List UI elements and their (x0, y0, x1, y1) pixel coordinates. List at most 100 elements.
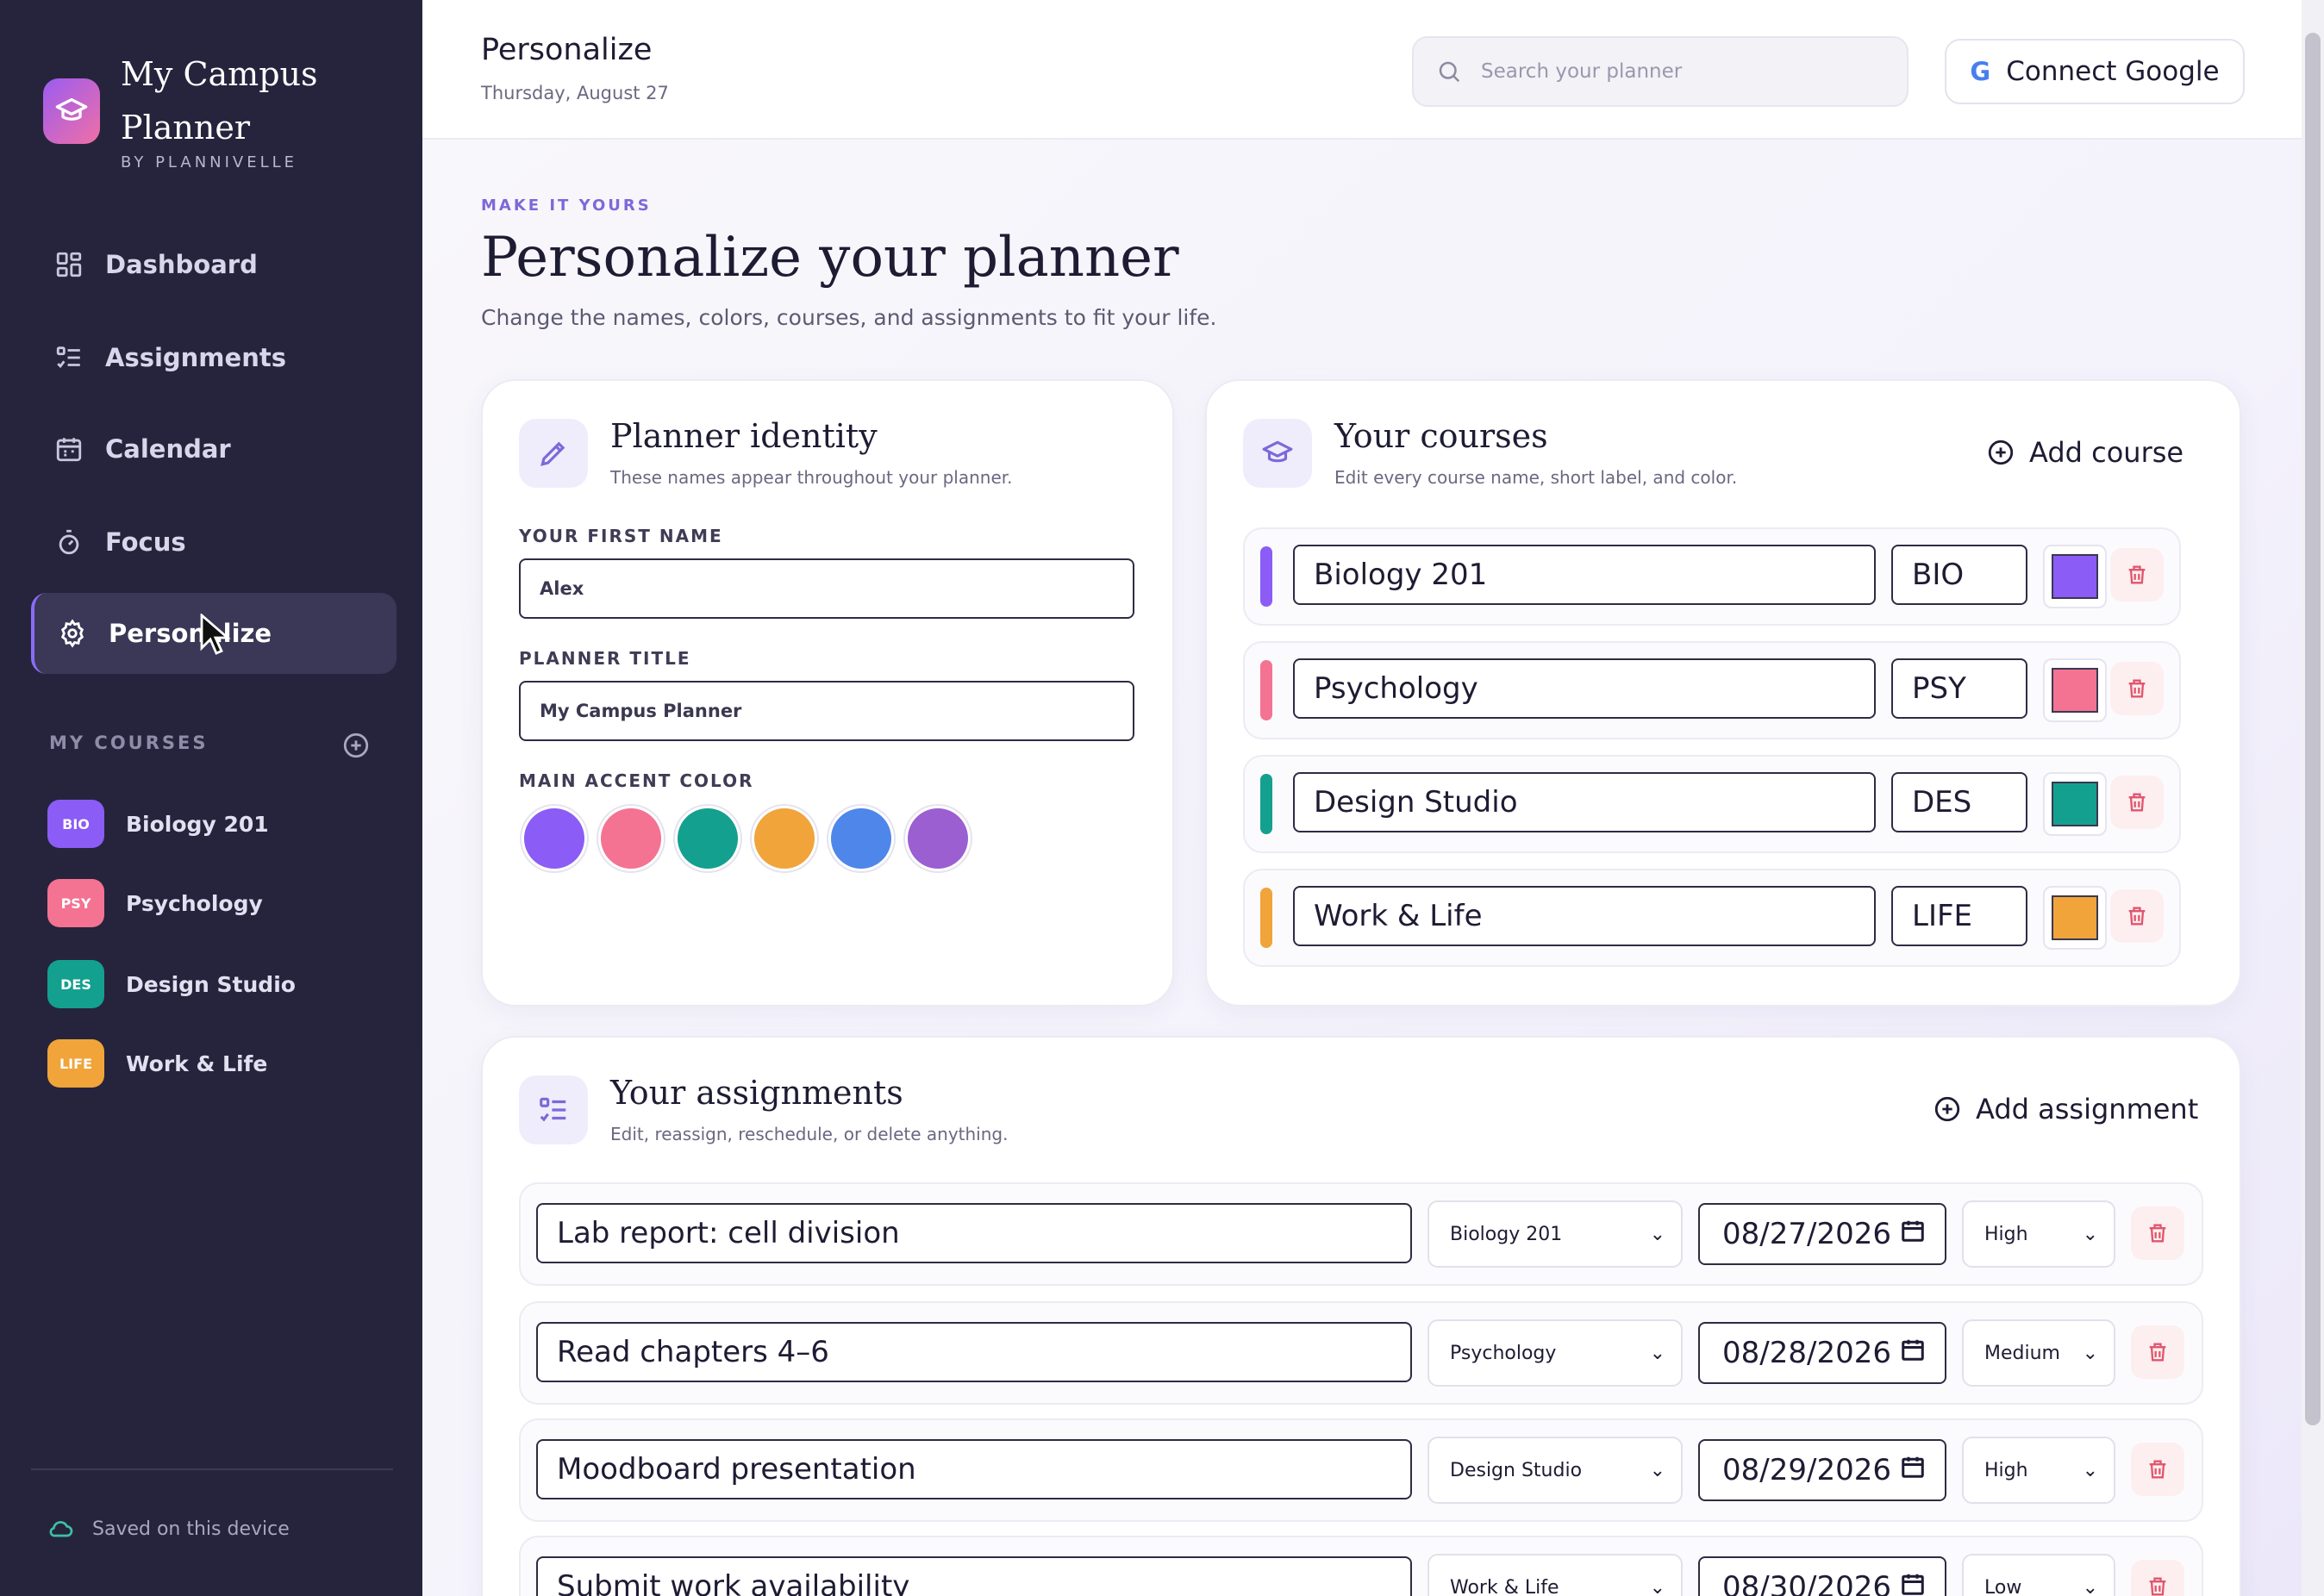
color-fill (2052, 895, 2098, 940)
calendar-icon (1900, 1453, 1926, 1487)
course-select-value: Design Studio (1450, 1459, 1583, 1481)
dashboard-icon (52, 247, 86, 282)
delete-course-button[interactable] (2110, 776, 2164, 829)
search-box[interactable] (1412, 36, 1909, 107)
priority-select[interactable]: Medium ⌄ (1962, 1319, 2115, 1387)
card-subtitle: Edit every course name, short label, and… (1334, 467, 1738, 488)
delete-course-button[interactable] (2110, 662, 2164, 715)
priority-select[interactable]: High ⌄ (1962, 1200, 2115, 1268)
graduation-cap-icon (1243, 419, 1312, 488)
page-title: Personalize (481, 33, 653, 67)
page-scrollbar[interactable] (2302, 0, 2324, 1596)
accent-swatch-violet[interactable] (908, 808, 968, 869)
priority-select[interactable]: Low ⌄ (1962, 1554, 2115, 1596)
sidebar-course-work-life[interactable]: LIFE Work & Life (47, 1038, 267, 1089)
trash-icon (2128, 679, 2146, 698)
course-name: Biology 201 (126, 811, 269, 837)
due-date-input[interactable]: 08/27/2026 (1698, 1203, 1946, 1265)
page-heading: Personalize your planner (481, 226, 1179, 290)
due-date-input[interactable]: 08/28/2026 (1698, 1322, 1946, 1384)
add-course-icon[interactable] (341, 731, 371, 760)
assignment-row: Design Studio ⌄ 08/29/2026 High ⌄ (519, 1418, 2203, 1522)
nav-label: Assignments (105, 343, 286, 372)
chevron-down-icon: ⌄ (2082, 1342, 2098, 1364)
add-assignment-button[interactable]: Add assignment (1933, 1093, 2198, 1125)
assignment-title-input[interactable] (536, 1322, 1412, 1382)
course-name-input[interactable] (1293, 545, 1876, 605)
main-content: MAKE IT YOURS Personalize your planner C… (422, 140, 2302, 1596)
due-date-value: 08/29/2026 (1722, 1453, 1891, 1487)
assignment-title-input[interactable] (536, 1439, 1412, 1499)
course-name: Work & Life (126, 1050, 268, 1076)
course-color-picker[interactable] (2043, 886, 2107, 950)
first-name-input[interactable] (519, 558, 1134, 619)
delete-course-button[interactable] (2110, 548, 2164, 602)
card-title: Your assignments (610, 1074, 903, 1112)
priority-value: Medium (1984, 1342, 2060, 1364)
accent-swatch-purple[interactable] (524, 808, 584, 869)
search-input[interactable] (1479, 59, 1896, 84)
priority-value: Low (1984, 1576, 2022, 1596)
nav-label: Personalize (109, 619, 272, 648)
course-badge: LIFE (47, 1039, 104, 1088)
course-select[interactable]: Design Studio ⌄ (1428, 1437, 1683, 1504)
nav-item-focus[interactable]: Focus (31, 502, 393, 583)
connect-google-button[interactable]: G Connect Google (1945, 39, 2245, 104)
delete-assignment-button[interactable] (2131, 1560, 2184, 1596)
course-color-picker[interactable] (2043, 545, 2107, 608)
course-name-input[interactable] (1293, 658, 1876, 719)
delete-course-button[interactable] (2110, 889, 2164, 943)
nav-item-dashboard[interactable]: Dashboard (31, 224, 393, 305)
accent-swatch-orange[interactable] (754, 808, 815, 869)
planner-title-input[interactable] (519, 681, 1134, 741)
accent-swatch-teal[interactable] (678, 808, 738, 869)
course-row (1243, 641, 2181, 739)
nav-label: Dashboard (105, 250, 258, 279)
course-code-input[interactable] (1891, 658, 2027, 719)
color-fill (2052, 554, 2098, 599)
planner-title-label: PLANNER TITLE (519, 648, 691, 669)
priority-select[interactable]: High ⌄ (1962, 1437, 2115, 1504)
assignment-title-input[interactable] (536, 1556, 1412, 1596)
card-subtitle: These names appear throughout your plann… (610, 467, 1013, 488)
nav-item-assignments[interactable]: Assignments (31, 317, 393, 398)
course-select[interactable]: Work & Life ⌄ (1428, 1554, 1683, 1596)
course-code-input[interactable] (1891, 772, 2027, 832)
course-color-picker[interactable] (2043, 658, 2107, 722)
course-name: Psychology (126, 890, 263, 916)
add-assignment-label: Add assignment (1976, 1093, 2199, 1125)
course-name-input[interactable] (1293, 772, 1876, 832)
trash-icon (2149, 1577, 2166, 1596)
chevron-down-icon: ⌄ (2082, 1459, 2098, 1481)
nav-item-calendar[interactable]: Calendar (31, 408, 393, 489)
course-name-input[interactable] (1293, 886, 1876, 946)
assignment-row: Biology 201 ⌄ 08/27/2026 High ⌄ (519, 1182, 2203, 1286)
connect-google-label: Connect Google (2006, 56, 2220, 87)
chevron-down-icon: ⌄ (1649, 1223, 1665, 1245)
assignment-title-input[interactable] (536, 1203, 1412, 1263)
course-select[interactable]: Psychology ⌄ (1428, 1319, 1683, 1387)
chevron-down-icon: ⌄ (2082, 1576, 2098, 1596)
add-course-button[interactable]: Add course (1986, 436, 2183, 469)
my-courses-heading: MY COURSES (49, 733, 209, 753)
sidebar-course-psychology[interactable]: PSY Psychology (47, 877, 263, 929)
course-select[interactable]: Biology 201 ⌄ (1428, 1200, 1683, 1268)
scrollbar-thumb[interactable] (2305, 33, 2321, 1425)
due-date-input[interactable]: 08/30/2026 (1698, 1556, 1946, 1596)
course-select-value: Work & Life (1450, 1576, 1559, 1596)
due-date-input[interactable]: 08/29/2026 (1698, 1439, 1946, 1501)
sidebar-course-design-studio[interactable]: DES Design Studio (47, 958, 296, 1010)
course-row (1243, 869, 2181, 967)
page-lead: Change the names, colors, courses, and a… (481, 305, 1217, 330)
delete-assignment-button[interactable] (2131, 1325, 2184, 1379)
course-code-input[interactable] (1891, 545, 2027, 605)
course-color-picker[interactable] (2043, 772, 2107, 836)
delete-assignment-button[interactable] (2131, 1443, 2184, 1496)
sidebar-course-biology[interactable]: BIO Biology 201 (47, 798, 269, 850)
course-name: Design Studio (126, 971, 296, 997)
accent-swatch-blue[interactable] (831, 808, 891, 869)
course-code-input[interactable] (1891, 886, 2027, 946)
delete-assignment-button[interactable] (2131, 1206, 2184, 1260)
accent-swatch-pink[interactable] (601, 808, 661, 869)
assignment-row: Work & Life ⌄ 08/30/2026 Low ⌄ (519, 1536, 2203, 1596)
